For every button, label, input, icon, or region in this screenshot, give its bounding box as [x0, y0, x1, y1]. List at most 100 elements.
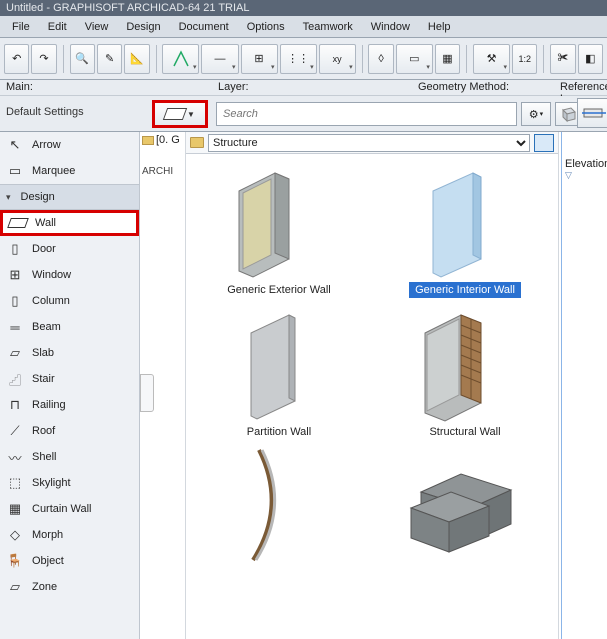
tool-door[interactable]: ▯ Door — [0, 236, 139, 262]
group-design[interactable]: Design — [0, 184, 139, 210]
measure-button[interactable]: 📐 — [124, 44, 149, 74]
favorite-item[interactable] — [376, 446, 554, 570]
menu-view[interactable]: View — [77, 19, 117, 35]
grid-snap-button[interactable]: ⋮⋮▾ — [280, 44, 317, 74]
chevron-down-icon: ▼ — [187, 110, 195, 119]
pick-button[interactable]: ✎ — [97, 44, 122, 74]
collapsed-tab[interactable] — [140, 374, 154, 412]
trim-button[interactable]: ◧ — [578, 44, 603, 74]
tool-window[interactable]: ⊞ Window — [0, 262, 139, 288]
tool-arrow[interactable]: ↖ Arrow — [0, 132, 139, 158]
roof-icon: ⟋ — [6, 423, 24, 439]
thumb-partition-wall — [214, 304, 344, 424]
settings-gear-button[interactable]: ⚙▾ — [521, 102, 551, 126]
tool-zone[interactable]: ▱ Zone — [0, 574, 139, 600]
tool-roof[interactable]: ⟋ Roof — [0, 418, 139, 444]
category-select[interactable]: Structure — [208, 134, 530, 152]
tool-railing[interactable]: ⊓ Railing — [0, 392, 139, 418]
menu-teamwork[interactable]: Teamwork — [295, 19, 361, 35]
tool-column[interactable]: ▯ Column — [0, 288, 139, 314]
tool-skylight[interactable]: ⬚ Skylight — [0, 470, 139, 496]
snap-guide-button[interactable]: ⊞▾ — [241, 44, 278, 74]
menu-help[interactable]: Help — [420, 19, 459, 35]
favorite-item[interactable] — [190, 446, 368, 570]
gear-icon: ⚙ — [529, 108, 539, 121]
navigator-story[interactable]: [0. G — [142, 134, 180, 146]
tool-label: Roof — [32, 425, 55, 437]
tool-marquee[interactable]: ▭ Marquee — [0, 158, 139, 184]
viewport-label: ARCHI — [142, 166, 173, 177]
tool-slab[interactable]: ▱ Slab — [0, 340, 139, 366]
label-main: Main: — [6, 81, 33, 93]
thumb-generic-exterior-wall — [214, 162, 344, 282]
show-hide-button[interactable]: ▦ — [435, 44, 460, 74]
favorite-label: Partition Wall — [241, 424, 317, 440]
favorite-item[interactable]: Generic Exterior Wall — [190, 162, 368, 298]
favorite-item[interactable]: Generic Interior Wall — [376, 162, 554, 298]
arrow-icon: ↖ — [6, 137, 24, 153]
cursor-snap-button[interactable]: ▾ — [162, 44, 199, 74]
tool-wall[interactable]: Wall — [0, 210, 139, 236]
stair-icon: 𓊍 — [6, 371, 24, 387]
tool-morph[interactable]: ◇ Morph — [0, 522, 139, 548]
window-icon: ⊞ — [6, 267, 24, 283]
view-mode-button[interactable] — [534, 134, 554, 152]
tool-shell[interactable]: 〰 Shell — [0, 444, 139, 470]
menu-document[interactable]: Document — [171, 19, 237, 35]
menu-design[interactable]: Design — [118, 19, 168, 35]
toolbox-panel: ↖ Arrow ▭ Marquee Design Wall ▯ Door ⊞ W… — [0, 132, 140, 639]
morph-icon: ◇ — [6, 527, 24, 543]
favorites-panel: Structure Generic Exterior Wall — [186, 132, 559, 639]
menu-edit[interactable]: Edit — [40, 19, 75, 35]
tool-label: Marquee — [32, 165, 75, 177]
tool-label: Arrow — [32, 139, 61, 151]
trace-button[interactable]: ◊ — [368, 44, 393, 74]
tool-label: Shell — [32, 451, 56, 463]
renovation-button[interactable]: ⚒▾ — [473, 44, 510, 74]
favorites-dropdown[interactable]: ▼ — [152, 100, 208, 128]
undo-button[interactable]: ↶ — [4, 44, 29, 74]
reference-line-button[interactable]: Out — [577, 98, 607, 128]
favorite-item[interactable]: Partition Wall — [190, 304, 368, 440]
guideline-button[interactable]: —▾ — [201, 44, 238, 74]
favorite-label: Generic Interior Wall — [409, 282, 521, 298]
skylight-icon: ⬚ — [6, 475, 24, 491]
separator — [543, 45, 544, 73]
tool-object[interactable]: 🪑 Object — [0, 548, 139, 574]
default-settings-button[interactable]: Default Settings — [6, 106, 84, 118]
tool-label: Zone — [32, 581, 57, 593]
favorite-label — [273, 566, 285, 570]
search-input[interactable] — [216, 102, 517, 126]
tool-label: Morph — [32, 529, 63, 541]
separator — [63, 45, 64, 73]
tool-beam[interactable]: ═ Beam — [0, 314, 139, 340]
main-area: ↖ Arrow ▭ Marquee Design Wall ▯ Door ⊞ W… — [0, 132, 607, 639]
tool-label: Column — [32, 295, 70, 307]
tool-curtain-wall[interactable]: ▦ Curtain Wall — [0, 496, 139, 522]
menu-window[interactable]: Window — [363, 19, 418, 35]
column-icon: ▯ — [6, 293, 24, 309]
favorite-label — [459, 566, 471, 570]
menu-file[interactable]: File — [4, 19, 38, 35]
story-label: [0. G — [156, 134, 180, 146]
search-wrap — [216, 102, 517, 126]
shell-icon: 〰 — [6, 449, 24, 465]
folder-icon — [142, 136, 154, 145]
tool-stair[interactable]: 𓊍 Stair — [0, 366, 139, 392]
tool-label: Stair — [32, 373, 55, 385]
suspend-button[interactable]: ✀ — [550, 44, 575, 74]
redo-button[interactable]: ↷ — [31, 44, 56, 74]
menu-bar: File Edit View Design Document Options T… — [0, 16, 607, 38]
favorite-item[interactable]: Structural Wall — [376, 304, 554, 440]
main-toolbar: ↶ ↷ 🔍 ✎ 📐 ▾ —▾ ⊞▾ ⋮⋮▾ xy▾ ◊ ▭▾ ▦ ⚒▾ 1:2 … — [0, 38, 607, 80]
infobox-row: Default Settings ▼ ⚙▾ Out — [0, 96, 607, 132]
find-select-button[interactable]: 🔍 — [70, 44, 95, 74]
trace-ref-button[interactable]: ▭▾ — [396, 44, 433, 74]
beam-icon: ═ — [6, 319, 24, 335]
reno-filter-button[interactable]: 1:2 — [512, 44, 537, 74]
menu-options[interactable]: Options — [239, 19, 293, 35]
title-bar: Untitled - GRAPHISOFT ARCHICAD-64 21 TRI… — [0, 0, 607, 16]
viewport-edge: Elevation ▽ — [559, 132, 607, 639]
favorite-label: Generic Exterior Wall — [221, 282, 337, 298]
xy-button[interactable]: xy▾ — [319, 44, 356, 74]
